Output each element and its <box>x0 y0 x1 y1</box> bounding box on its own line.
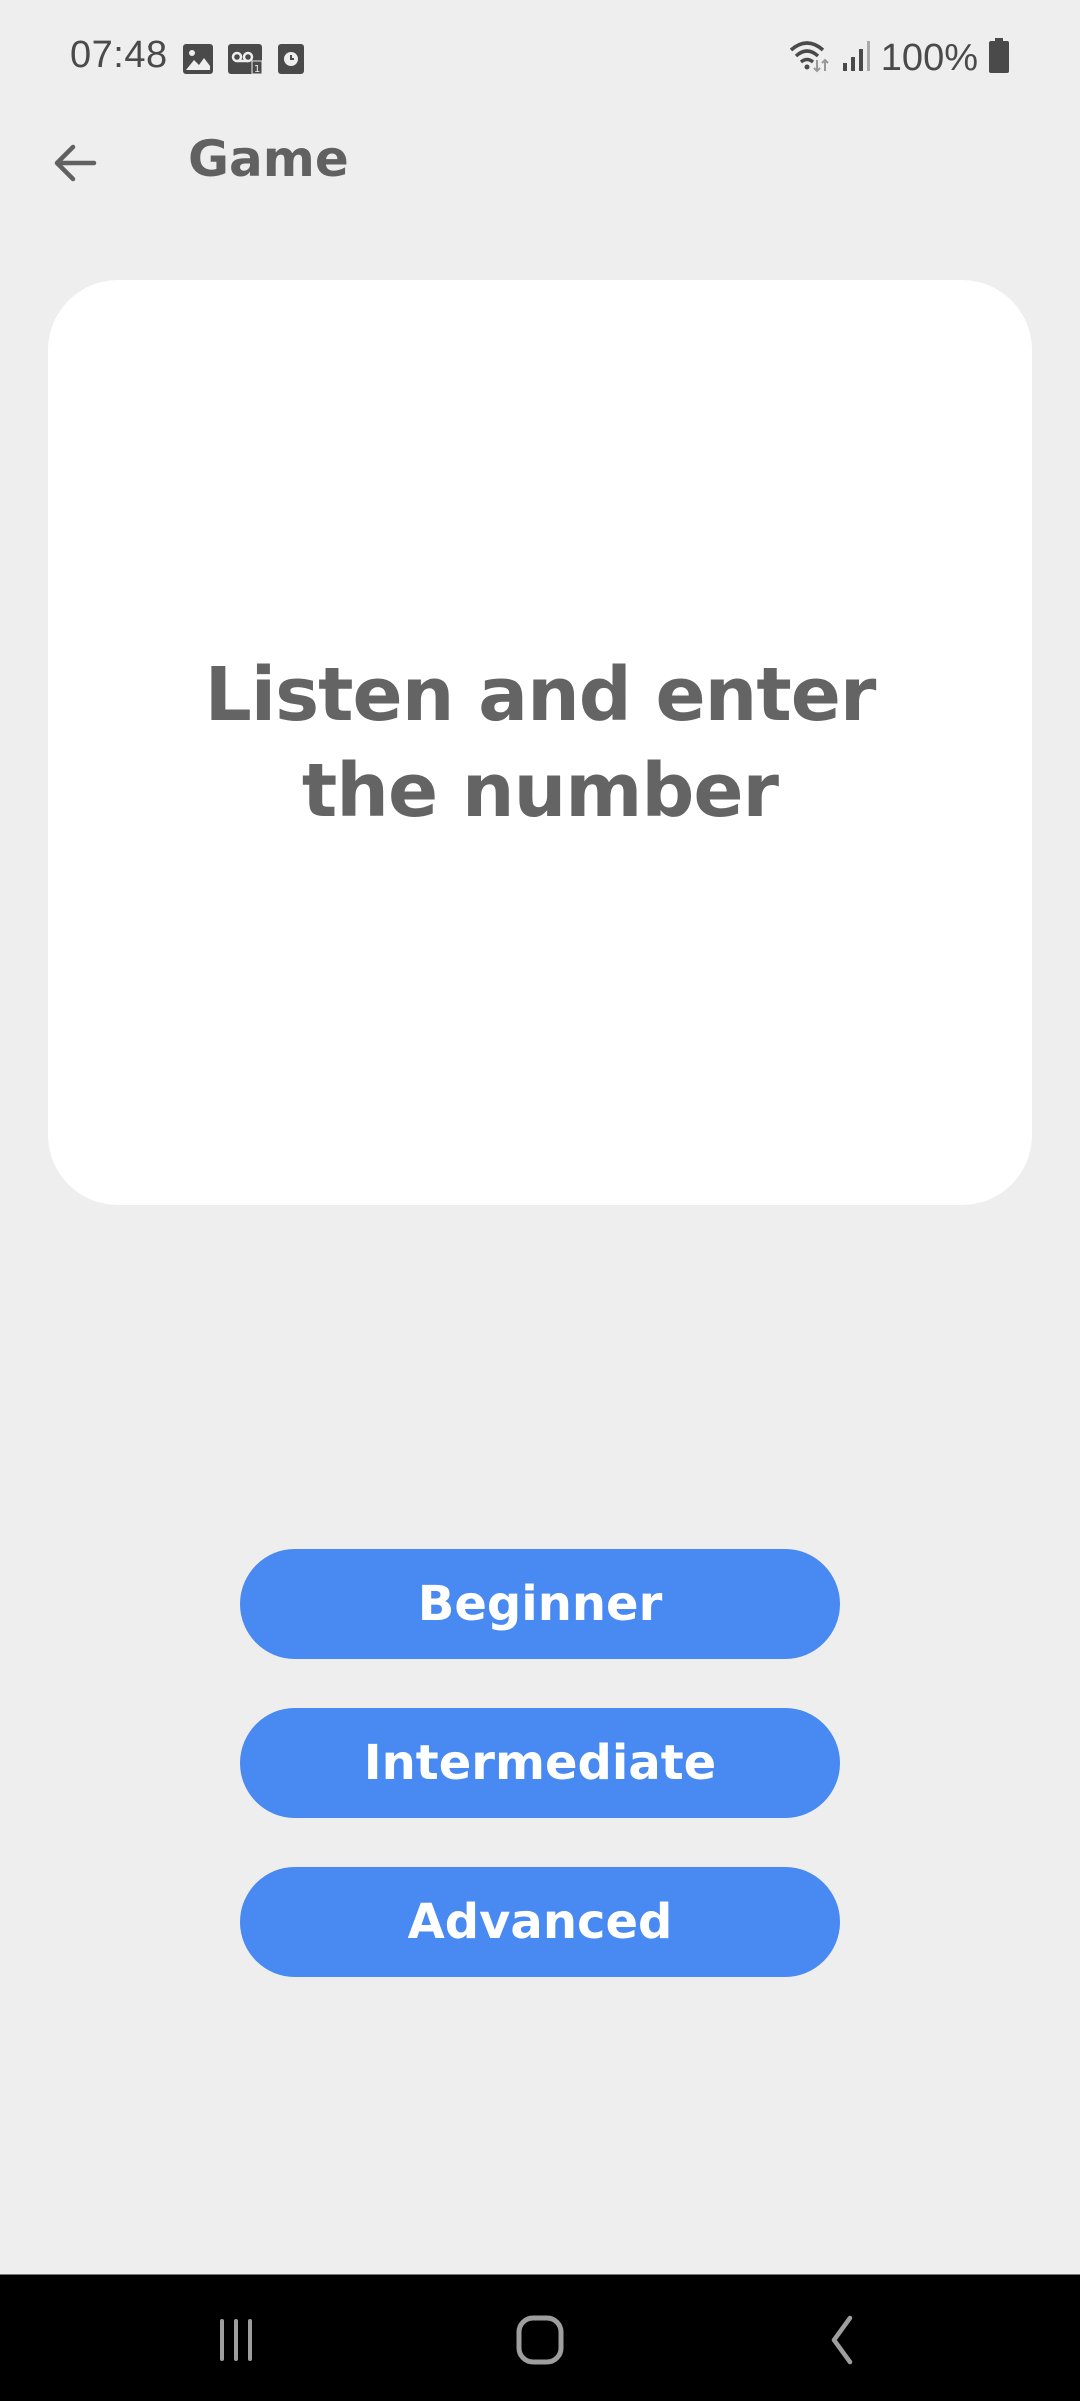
instruction-text: Listen and enter the number <box>204 651 877 834</box>
recent-apps-icon <box>220 2319 252 2361</box>
clock-icon <box>278 44 304 74</box>
voicemail-icon: 1 <box>228 44 263 75</box>
image-icon <box>183 44 213 74</box>
home-icon <box>516 2315 564 2365</box>
instruction-card: Listen and enter the number <box>48 280 1032 1205</box>
wifi-icon <box>787 38 831 79</box>
svg-text:1: 1 <box>254 64 260 74</box>
status-time: 07:48 <box>70 34 168 76</box>
back-button[interactable] <box>40 128 110 198</box>
system-status: 100% <box>787 34 1010 82</box>
battery-icon <box>988 37 1010 79</box>
intermediate-button[interactable]: Intermediate <box>240 1708 840 1818</box>
page-title: Game <box>188 130 349 188</box>
signal-icon <box>841 39 871 78</box>
app-bar: Game <box>0 118 1080 214</box>
recent-apps-button[interactable] <box>191 2305 281 2375</box>
beginner-button[interactable]: Beginner <box>240 1549 840 1659</box>
battery-percent: 100% <box>880 36 978 79</box>
status-bar: 07:48 1 100% <box>0 0 1080 118</box>
system-nav-bar <box>0 2274 1080 2401</box>
advanced-button[interactable]: Advanced <box>240 1867 840 1977</box>
arrow-left-icon <box>54 144 97 182</box>
nav-back-button[interactable] <box>796 2305 886 2375</box>
chevron-left-icon <box>831 2315 853 2365</box>
home-button[interactable] <box>495 2305 585 2375</box>
